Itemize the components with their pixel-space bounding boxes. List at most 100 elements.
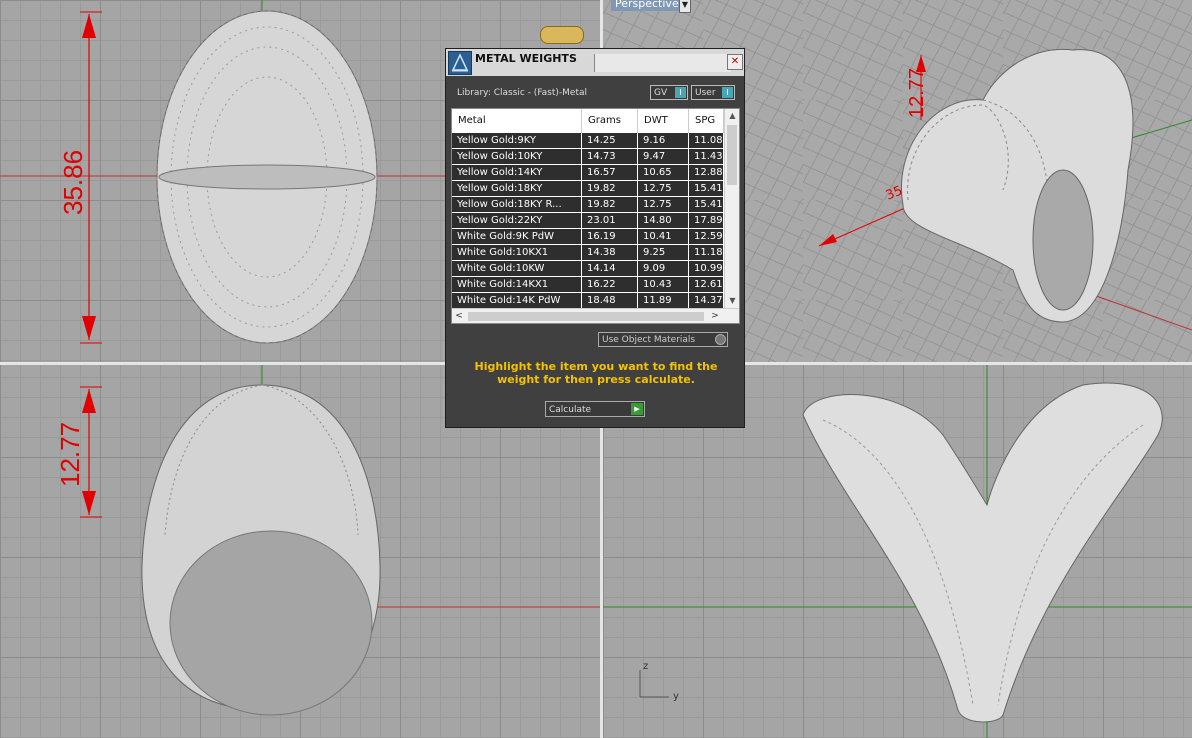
- cell-grams: 18.48: [582, 293, 638, 308]
- library-label: Library: Classic - (Fast)-Metal: [457, 88, 588, 98]
- close-button[interactable]: ✕: [727, 54, 743, 70]
- table-row[interactable]: White Gold:10KX1 14.38 9.25 11.18: [452, 245, 724, 261]
- cell-metal: White Gold:14K PdW: [452, 293, 582, 308]
- cell-spg: 15.41: [689, 181, 724, 196]
- cell-grams: 14.14: [582, 261, 638, 276]
- gv-toggle[interactable]: GV I: [650, 85, 688, 100]
- column-header-spg[interactable]: SPG: [689, 109, 724, 133]
- cell-grams: 16.57: [582, 165, 638, 180]
- perspective-label[interactable]: Perspective: [611, 0, 683, 11]
- table-row[interactable]: Yellow Gold:10KY 14.73 9.47 11.43: [452, 149, 724, 165]
- ring-side-view: [802, 382, 1163, 723]
- cell-spg: 12.88: [689, 165, 724, 180]
- cell-metal: Yellow Gold:18KY: [452, 181, 582, 196]
- play-arrow-icon: ▶: [631, 403, 643, 415]
- cell-metal: White Gold:14KX1: [452, 277, 582, 292]
- gv-toggle-label: GV: [654, 88, 668, 98]
- table-row[interactable]: Yellow Gold:9KY 14.25 9.16 11.08: [452, 133, 724, 149]
- cell-dwt: 10.43: [638, 277, 689, 292]
- column-header-dwt[interactable]: DWT: [638, 109, 689, 133]
- chevron-down-icon[interactable]: ▼: [679, 0, 691, 13]
- column-header-metal[interactable]: Metal: [452, 109, 582, 133]
- cell-dwt: 9.47: [638, 149, 689, 164]
- cell-dwt: 11.89: [638, 293, 689, 308]
- axis-label-z: z: [643, 661, 649, 672]
- cell-spg: 12.59: [689, 229, 724, 244]
- cell-grams: 14.73: [582, 149, 638, 164]
- cell-spg: 12.61: [689, 277, 724, 292]
- cell-grams: 19.82: [582, 197, 638, 212]
- cell-grams: 16.19: [582, 229, 638, 244]
- gem-scale-icon: [448, 51, 472, 75]
- table-row[interactable]: White Gold:14KX1 16.22 10.43 12.61: [452, 277, 724, 293]
- cell-spg: 14.37: [689, 293, 724, 308]
- cell-spg: 10.99: [689, 261, 724, 276]
- dialog-title: METAL WEIGHTS: [475, 52, 577, 65]
- cell-spg: 15.41: [689, 197, 724, 212]
- cell-spg: 11.18: [689, 245, 724, 260]
- axis-label-y: y: [673, 691, 679, 702]
- vertical-scrollbar[interactable]: ▲ ▼: [724, 109, 739, 308]
- cell-metal: Yellow Gold:9KY: [452, 133, 582, 148]
- table-row[interactable]: Yellow Gold:22KY 23.01 14.80 17.89: [452, 213, 724, 229]
- dimension-value-front: 12.77: [55, 421, 85, 487]
- scroll-thumb-horizontal[interactable]: [468, 312, 704, 321]
- cell-grams: 16.22: [582, 277, 638, 292]
- calculate-button[interactable]: Calculate ▶: [545, 401, 645, 417]
- axis-indicator: [639, 670, 669, 698]
- cell-grams: 14.25: [582, 133, 638, 148]
- table-row[interactable]: White Gold:9K PdW 16.19 10.41 12.59: [452, 229, 724, 245]
- dialog-titlebar[interactable]: METAL WEIGHTS ✕: [446, 49, 744, 76]
- cell-metal: Yellow Gold:14KY: [452, 165, 582, 180]
- use-object-materials-toggle[interactable]: Use Object Materials: [598, 332, 728, 347]
- table-row[interactable]: Yellow Gold:14KY 16.57 10.65 12.88: [452, 165, 724, 181]
- table-row[interactable]: White Gold:10KW 14.14 9.09 10.99: [452, 261, 724, 277]
- scroll-left-icon[interactable]: <: [452, 309, 466, 323]
- cell-metal: Yellow Gold:10KY: [452, 149, 582, 164]
- scroll-down-icon[interactable]: ▼: [725, 294, 739, 308]
- user-toggle[interactable]: User I: [691, 85, 735, 100]
- ring-perspective-view: [901, 48, 1134, 323]
- instruction-text: Highlight the item you want to find the …: [474, 360, 718, 386]
- cell-dwt: 9.09: [638, 261, 689, 276]
- user-toggle-label: User: [695, 88, 716, 98]
- cell-metal: White Gold:10KW: [452, 261, 582, 276]
- column-header-grams[interactable]: Grams: [582, 109, 638, 133]
- dimension-value-top: 35.86: [58, 149, 88, 215]
- cell-dwt: 12.75: [638, 181, 689, 196]
- cell-dwt: 10.41: [638, 229, 689, 244]
- cell-grams: 19.82: [582, 181, 638, 196]
- cell-metal: Yellow Gold:18KY R...: [452, 197, 582, 212]
- calculate-label: Calculate: [549, 405, 592, 415]
- cell-metal: White Gold:9K PdW: [452, 229, 582, 244]
- cell-dwt: 10.65: [638, 165, 689, 180]
- horizontal-scrollbar[interactable]: < >: [452, 308, 739, 323]
- toggle-marker-icon: I: [722, 87, 733, 98]
- table-row[interactable]: Yellow Gold:18KY R... 19.82 12.75 15.41: [452, 197, 724, 213]
- scroll-right-icon[interactable]: >: [708, 309, 722, 323]
- cell-spg: 11.08: [689, 133, 724, 148]
- use-object-materials-label: Use Object Materials: [602, 335, 696, 345]
- table-row[interactable]: Yellow Gold:18KY 19.82 12.75 15.41: [452, 181, 724, 197]
- cell-dwt: 12.75: [638, 197, 689, 212]
- cell-metal: White Gold:10KX1: [452, 245, 582, 260]
- metal-weights-dialog: METAL WEIGHTS ✕ Library: Classic - (Fast…: [445, 48, 745, 428]
- table-row[interactable]: White Gold:14K PdW 18.48 11.89 14.37: [452, 293, 724, 309]
- cell-grams: 14.38: [582, 245, 638, 260]
- cell-dwt: 14.80: [638, 213, 689, 228]
- metal-table[interactable]: Metal Grams DWT SPG Yellow Gold:9KY 14.25…: [451, 108, 740, 324]
- ring-front-view: [141, 384, 381, 716]
- dimension-value-persp-a: 12.77: [906, 67, 928, 118]
- cell-spg: 11.43: [689, 149, 724, 164]
- cell-dwt: 9.16: [638, 133, 689, 148]
- toggle-marker-icon: I: [675, 87, 686, 98]
- scroll-thumb[interactable]: [727, 125, 737, 185]
- radio-knob-icon: [715, 334, 726, 345]
- scroll-up-icon[interactable]: ▲: [725, 109, 739, 123]
- cell-spg: 17.89: [689, 213, 724, 228]
- cell-grams: 23.01: [582, 213, 638, 228]
- gem-toolbar-icon[interactable]: [540, 26, 584, 44]
- cell-dwt: 9.25: [638, 245, 689, 260]
- titlebar-spacer: [594, 54, 731, 72]
- ring-top-view: [156, 10, 378, 344]
